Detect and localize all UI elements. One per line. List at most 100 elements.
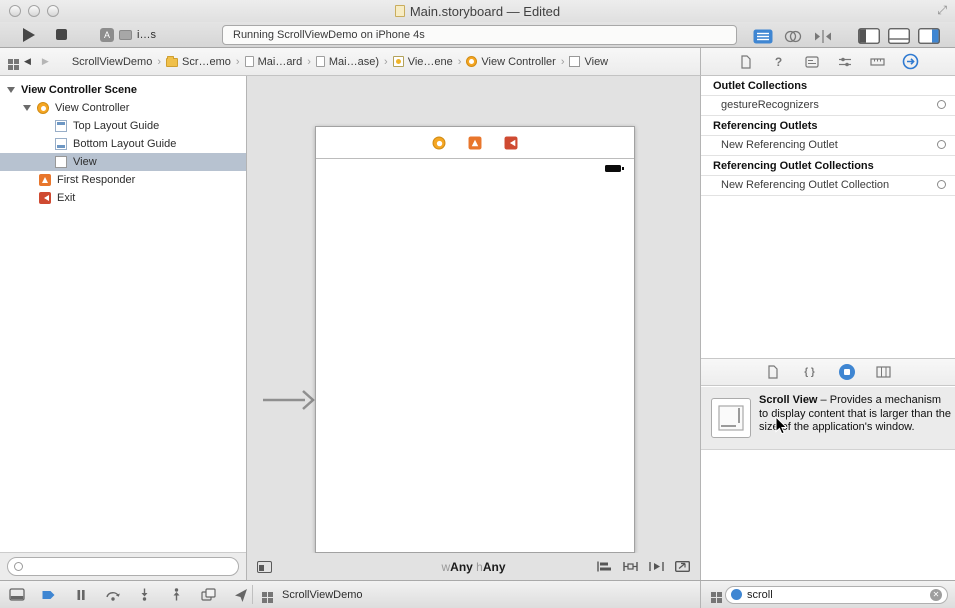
editor-buttons bbox=[752, 28, 834, 44]
pin-icon[interactable] bbox=[622, 560, 639, 573]
outline-row-scene[interactable]: View Controller Scene bbox=[0, 81, 246, 99]
scheme-selector[interactable]: A i…s bbox=[100, 27, 156, 43]
media-library-icon[interactable] bbox=[874, 362, 894, 382]
resolve-auto-layout-icon[interactable] bbox=[648, 560, 665, 573]
connections-inspector-icon[interactable] bbox=[901, 52, 921, 72]
process-name: ScrollViewDemo bbox=[282, 588, 363, 601]
outline-row-exit[interactable]: Exit bbox=[0, 189, 246, 207]
step-into-icon[interactable] bbox=[136, 587, 153, 603]
library-grid-view-icon[interactable] bbox=[711, 592, 716, 597]
back-button[interactable]: ◀ bbox=[22, 54, 33, 69]
breadcrumb-item-base[interactable]: Mai…ase) bbox=[315, 56, 379, 68]
breadcrumb-item-project[interactable]: ScrollViewDemo bbox=[72, 56, 153, 68]
activity-status-text: Running ScrollViewDemo on iPhone 4s bbox=[233, 29, 425, 41]
connections-section-header: Referencing Outlet Collections bbox=[701, 156, 955, 176]
run-button[interactable] bbox=[23, 28, 35, 42]
outline-row-view-controller[interactable]: View Controller bbox=[0, 99, 246, 117]
library-item-scroll-view[interactable]: Scroll View – Provides a mechanism to di… bbox=[701, 387, 955, 450]
standard-editor-button[interactable] bbox=[752, 28, 774, 44]
resizing-behavior-icon[interactable] bbox=[674, 560, 691, 573]
breadcrumb-item-view-controller[interactable]: View Controller bbox=[466, 56, 556, 68]
outline-row-top-layout-guide[interactable]: Top Layout Guide bbox=[0, 117, 246, 135]
canvas-bottom-bar: wAny hAny bbox=[247, 553, 700, 580]
library-search-input[interactable] bbox=[747, 588, 925, 601]
chevron-separator-icon: › bbox=[384, 55, 388, 68]
toggle-utilities-button[interactable] bbox=[918, 28, 940, 44]
library-item-title: Scroll View bbox=[759, 394, 818, 406]
step-out-icon[interactable] bbox=[168, 587, 185, 603]
size-inspector-icon[interactable] bbox=[868, 52, 888, 72]
storyboard-file-icon bbox=[394, 5, 405, 17]
connection-well-icon[interactable] bbox=[937, 100, 946, 109]
simulate-location-icon[interactable] bbox=[232, 587, 249, 603]
outline-filter-bar bbox=[0, 552, 246, 580]
pause-icon[interactable] bbox=[72, 587, 89, 603]
window-controls bbox=[9, 5, 59, 17]
minimize-button[interactable] bbox=[28, 5, 40, 17]
stop-button[interactable] bbox=[56, 29, 67, 40]
object-library-icon[interactable] bbox=[837, 362, 857, 382]
toggle-debug-area-button[interactable] bbox=[888, 28, 910, 44]
size-class-control[interactable]: wAny hAny bbox=[441, 560, 505, 574]
view-controller-frame[interactable] bbox=[315, 126, 635, 553]
align-icon[interactable] bbox=[596, 560, 613, 573]
breadcrumb-item-scene[interactable]: Vie…ene bbox=[392, 56, 453, 68]
mouse-cursor bbox=[775, 416, 788, 435]
scene-dock bbox=[316, 127, 634, 159]
breadcrumb-item-storyboard[interactable]: Mai…ard bbox=[244, 56, 302, 68]
attributes-inspector-icon[interactable] bbox=[835, 52, 855, 72]
scroll-view-thumbnail-icon bbox=[711, 398, 751, 438]
view-icon bbox=[569, 56, 581, 67]
fullscreen-icon[interactable]: ⤢ bbox=[937, 3, 947, 18]
debug-view-hierarchy-icon[interactable] bbox=[200, 587, 217, 603]
view-buttons bbox=[858, 28, 940, 44]
connections-section-header: Outlet Collections bbox=[701, 76, 955, 96]
app-icon bbox=[262, 592, 267, 597]
quick-help-inspector-icon[interactable]: ? bbox=[769, 52, 789, 72]
clear-search-icon[interactable]: ✕ bbox=[930, 588, 942, 601]
close-button[interactable] bbox=[9, 5, 21, 17]
outline-row-view[interactable]: View bbox=[0, 153, 246, 171]
first-responder-icon[interactable] bbox=[468, 136, 482, 149]
related-items-icon[interactable] bbox=[8, 59, 13, 64]
exit-icon[interactable] bbox=[504, 136, 518, 149]
breadcrumb-item-folder[interactable]: Scr…emo bbox=[166, 56, 231, 68]
identity-inspector-icon[interactable] bbox=[802, 52, 822, 72]
step-over-icon[interactable] bbox=[104, 587, 121, 603]
breadcrumb-item-view[interactable]: View bbox=[569, 56, 608, 68]
outline-filter-field[interactable] bbox=[7, 557, 239, 576]
library-search-field[interactable]: ✕ bbox=[725, 585, 948, 604]
disclosure-triangle-icon[interactable] bbox=[23, 105, 31, 111]
file-template-library-icon[interactable] bbox=[763, 362, 783, 382]
chevron-separator-icon: › bbox=[457, 55, 462, 68]
view-controller-icon bbox=[466, 56, 478, 67]
outline-filter-input[interactable] bbox=[28, 560, 232, 573]
assistant-editor-button[interactable] bbox=[782, 28, 804, 44]
outline-row-first-responder[interactable]: First Responder bbox=[0, 171, 246, 189]
outline-row-bottom-layout-guide[interactable]: Bottom Layout Guide bbox=[0, 135, 246, 153]
forward-button[interactable]: ▶ bbox=[40, 54, 51, 69]
view-controller-icon[interactable] bbox=[432, 136, 446, 149]
storyboard-canvas[interactable]: wAny hAny bbox=[247, 76, 700, 580]
activity-viewer: Running ScrollViewDemo on iPhone 4s bbox=[222, 25, 737, 45]
version-editor-button[interactable] bbox=[812, 28, 834, 44]
zoom-button[interactable] bbox=[47, 5, 59, 17]
breakpoints-icon[interactable] bbox=[40, 587, 57, 603]
connection-well-icon[interactable] bbox=[937, 140, 946, 149]
connection-well-icon[interactable] bbox=[937, 180, 946, 189]
file-inspector-icon[interactable] bbox=[736, 52, 756, 72]
disclosure-triangle-icon[interactable] bbox=[7, 87, 15, 93]
document-outline-toggle-icon[interactable] bbox=[257, 560, 272, 573]
filter-icon bbox=[14, 562, 23, 571]
code-snippet-library-icon[interactable]: { } bbox=[800, 362, 820, 382]
document-outline: View Controller Scene View Controller To… bbox=[0, 76, 247, 580]
divider bbox=[252, 585, 253, 604]
titlebar: Main.storyboard — Edited ⤢ bbox=[0, 0, 955, 22]
hide-debug-area-icon[interactable] bbox=[8, 587, 25, 603]
toggle-navigator-button[interactable] bbox=[858, 28, 880, 44]
debug-bar: ScrollViewDemo ✕ bbox=[0, 580, 955, 608]
chevron-separator-icon: › bbox=[157, 55, 162, 68]
view-controller-icon bbox=[37, 102, 49, 114]
library-tab-bar: { } bbox=[701, 358, 955, 386]
scene-icon bbox=[392, 56, 404, 67]
